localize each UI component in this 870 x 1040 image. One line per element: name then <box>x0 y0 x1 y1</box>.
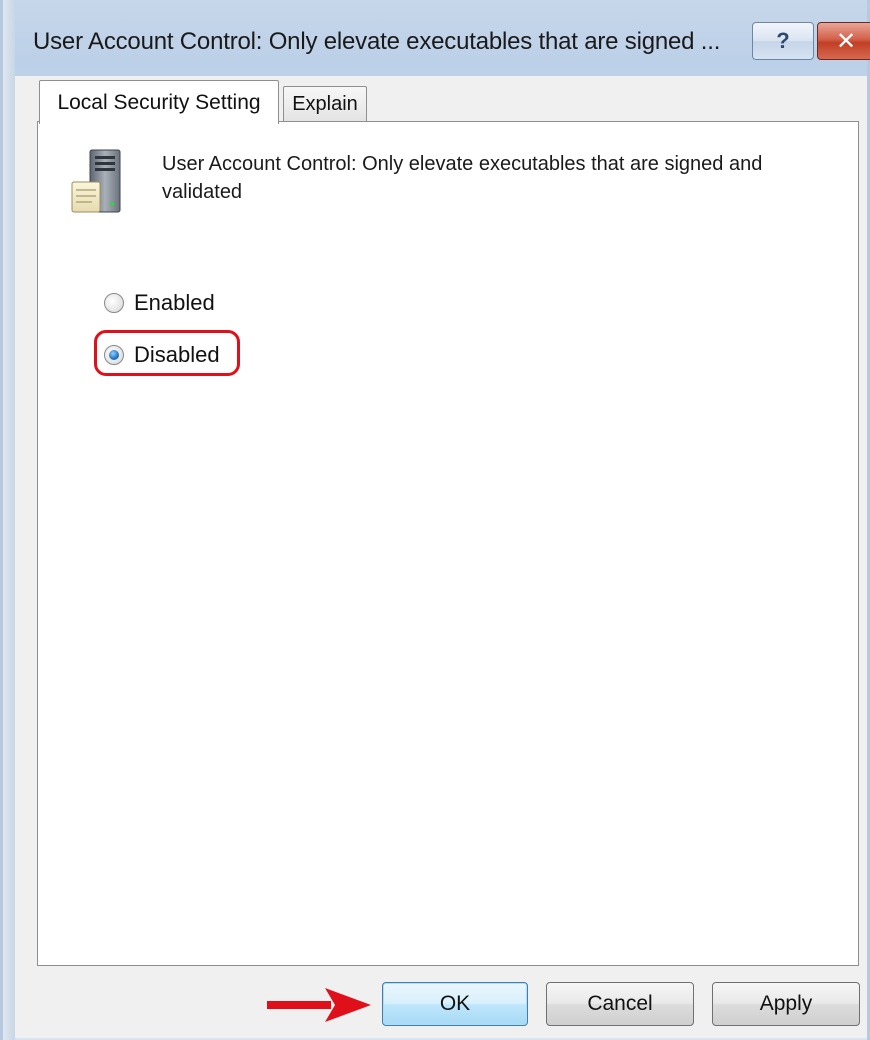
arrow-right-icon <box>267 988 371 1022</box>
properties-dialog: User Account Control: Only elevate execu… <box>0 0 870 1040</box>
window-left-edge <box>3 0 15 1040</box>
close-icon: ✕ <box>835 27 857 55</box>
window-title: User Account Control: Only elevate execu… <box>33 28 721 55</box>
close-button[interactable]: ✕ <box>817 22 870 60</box>
disabled-highlight-callout <box>94 330 240 376</box>
help-button[interactable]: ? <box>752 22 814 60</box>
ok-button[interactable]: OK <box>382 982 528 1026</box>
policy-name: User Account Control: Only elevate execu… <box>162 153 763 203</box>
server-policy-icon <box>71 149 121 213</box>
title-bar[interactable]: User Account Control: Only elevate execu… <box>15 0 870 76</box>
tab-explain[interactable]: Explain <box>283 86 367 122</box>
enabled-radio[interactable] <box>104 293 124 313</box>
enabled-label: Enabled <box>134 290 215 315</box>
tab-local-security-setting[interactable]: Local Security Setting <box>39 80 279 124</box>
enabled-option[interactable]: Enabled <box>104 290 215 316</box>
cancel-button[interactable]: Cancel <box>546 982 694 1026</box>
tab-panel: User Account Control: Only elevate execu… <box>37 121 859 966</box>
apply-button[interactable]: Apply <box>712 982 860 1026</box>
dialog-body: Local Security Setting Explain User Acco… <box>15 76 867 1038</box>
help-icon: ? <box>776 28 790 53</box>
